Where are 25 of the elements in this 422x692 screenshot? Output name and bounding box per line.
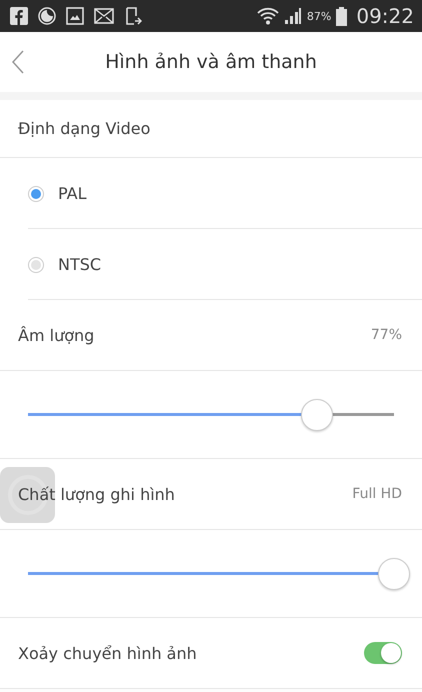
radio-button[interactable] [28, 186, 44, 202]
battery-percent: 87% [306, 10, 332, 22]
image-icon [66, 7, 84, 25]
radio-label: NTSC [58, 255, 102, 274]
moon-icon [38, 7, 56, 25]
facebook-icon [10, 7, 28, 25]
mail-icon [94, 8, 114, 24]
section-label: Định dạng Video [18, 119, 150, 138]
slider-thumb[interactable] [378, 558, 410, 590]
screen-share-icon [124, 7, 142, 25]
setting-label: Chất lượng ghi hình [18, 484, 175, 504]
wifi-icon [256, 7, 279, 25]
signal-icon [284, 7, 302, 25]
setting-value: Full HD [352, 486, 402, 502]
radio-button[interactable] [28, 256, 44, 272]
battery-icon [336, 6, 348, 26]
floating-touch-button[interactable] [0, 467, 55, 523]
slider-thumb[interactable] [301, 398, 333, 430]
radio-label: PAL [58, 184, 86, 203]
toggle-switch[interactable] [364, 642, 402, 664]
setting-value: 77% [370, 327, 402, 343]
page-title: Hình ảnh và âm thanh [105, 51, 317, 73]
setting-label: Xoảy chuyển hình ảnh [18, 644, 197, 662]
status-time: 09:22 [356, 4, 414, 28]
setting-label: Âm lượng [18, 326, 94, 344]
